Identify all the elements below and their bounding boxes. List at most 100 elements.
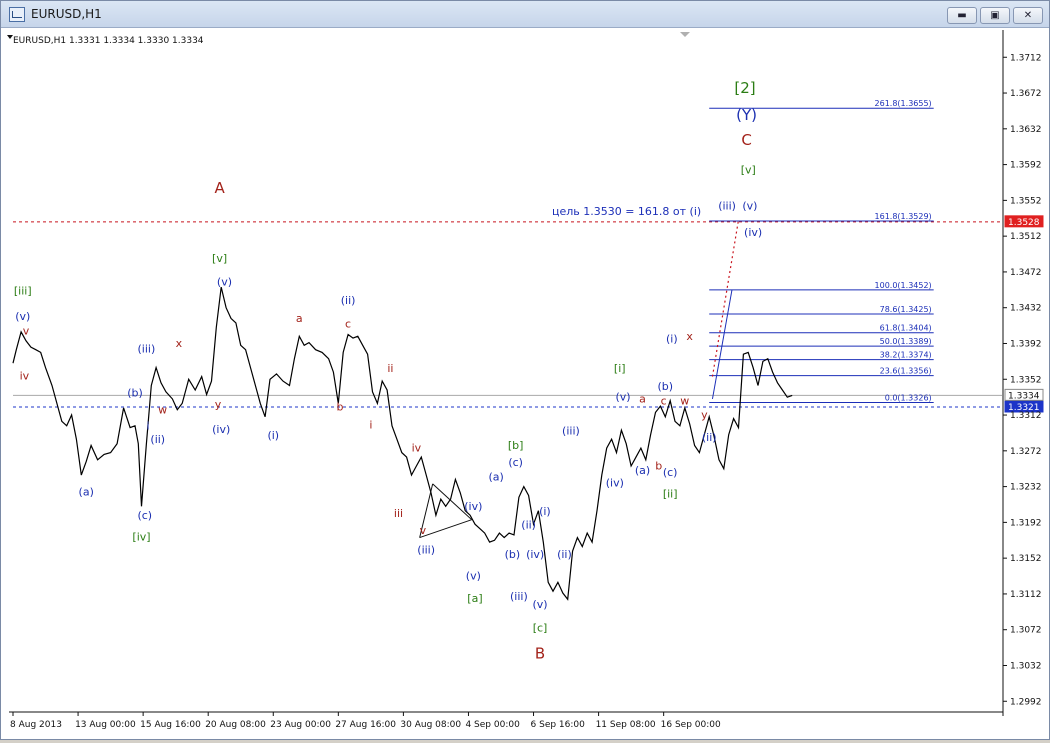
price-tag-label: 1.3334 (1008, 391, 1040, 401)
x-tick-label: 15 Aug 16:00 (140, 720, 201, 730)
wave-label: iii (394, 507, 403, 520)
target-note: цель 1.3530 = 161.8 от (i) (552, 205, 701, 218)
ohlc-header: EURUSD,H1 1.3331 1.3334 1.3330 1.3334 (13, 36, 204, 46)
y-tick-label: 1.3072 (1010, 626, 1042, 636)
wave-label: (iii) (417, 544, 435, 557)
title-bar[interactable]: EURUSD,H1 ▬ ▣ ✕ (1, 1, 1049, 28)
x-tick-label: 30 Aug 08:00 (400, 720, 461, 730)
wave-label: ii (387, 362, 393, 375)
wave-label: [c] (533, 621, 548, 634)
wave-label: (ii) (341, 294, 356, 307)
wave-label: [a] (467, 592, 482, 605)
chart-area[interactable]: 1.3528 1.3321 1.3334 261.8(1.3655) 161.8(1.… (1, 28, 1049, 739)
wave-label: iv (412, 442, 422, 455)
channel-line (419, 519, 472, 539)
wave-label: v (420, 524, 427, 537)
x-tick-label: 11 Sep 08:00 (596, 720, 656, 730)
wave-label: (b) (127, 386, 143, 399)
y-tick-label: 1.3192 (1010, 518, 1042, 528)
wave-label: (iv) (526, 548, 544, 561)
x-tick-label: 27 Aug 16:00 (335, 720, 396, 730)
y-tick-label: 1.3432 (1010, 304, 1042, 314)
wave-label: (c) (663, 466, 678, 479)
y-tick-label: 1.3712 (1010, 53, 1042, 63)
wave-label: w (158, 403, 167, 416)
chart-shift-marker-icon[interactable] (680, 32, 690, 37)
wave-label: [i] (614, 362, 626, 375)
x-tick-label: 4 Sep 00:00 (465, 720, 520, 730)
y-tick-label: 1.3352 (1010, 375, 1042, 385)
wave-label: a (296, 312, 303, 325)
wave-label: [v] (212, 252, 227, 265)
chart-window-icon (9, 7, 25, 22)
wave-label: y (701, 409, 708, 422)
wave-label: (iv) (464, 500, 482, 513)
wave-label: b (336, 401, 343, 414)
wave-label: (iv) (212, 423, 230, 436)
wave-label: (a) (79, 486, 94, 499)
wave-label: [iii] (14, 284, 32, 297)
wave-label: i (369, 418, 372, 431)
y-tick-label: 1.3232 (1010, 483, 1042, 493)
fib-level-label: 38.2(1.3374) (880, 351, 932, 360)
wave-label: C (741, 131, 751, 149)
wave-label: c (661, 394, 667, 407)
minimize-button[interactable]: ▬ (947, 7, 977, 24)
wave-label: c (345, 317, 351, 330)
wave-label: [2] (734, 79, 755, 97)
y-tick-label: 1.3632 (1010, 125, 1042, 135)
x-tick-label: 20 Aug 08:00 (205, 720, 266, 730)
fib-level-label: 0.0(1.3326) (885, 394, 932, 403)
wave-label: i (146, 419, 149, 432)
wave-label: (c) (508, 456, 523, 469)
wave-label: (a) (488, 470, 503, 483)
y-tick-label: 1.3592 (1010, 161, 1042, 171)
wave-label: x (176, 337, 183, 350)
y-tick-label: 1.3032 (1010, 661, 1042, 671)
y-tick-label: 1.3672 (1010, 89, 1042, 99)
wave-label: a (639, 393, 646, 406)
wave-label: (ii) (521, 519, 536, 532)
maximize-button[interactable]: ▣ (980, 7, 1010, 24)
y-tick-label: 1.3312 (1010, 411, 1042, 421)
wave-label: B (535, 644, 545, 662)
wave-label: (v) (742, 199, 757, 212)
fib-level-label: 50.0(1.3389) (880, 337, 932, 346)
wave-label: (ii) (557, 548, 572, 561)
y-tick-label: 1.3152 (1010, 554, 1042, 564)
wave-label: (iii) (138, 342, 156, 355)
chart-window: EURUSD,H1 ▬ ▣ ✕ 1.3528 1.3321 1.3334 261.8… (0, 0, 1050, 740)
fib-level-label: 100.0(1.3452) (875, 281, 932, 290)
projection-dotted-line (711, 219, 740, 377)
wave-label: (iii) (510, 590, 528, 603)
y-tick-label: 1.3472 (1010, 268, 1042, 278)
x-tick-label: 13 Aug 00:00 (75, 720, 136, 730)
fib-level-label: 61.8(1.3404) (880, 324, 932, 333)
y-tick-label: 1.3552 (1010, 196, 1042, 206)
x-tick-label: 23 Aug 00:00 (270, 720, 331, 730)
wave-label: iv (20, 369, 30, 382)
wave-label: (iii) (718, 199, 736, 212)
x-tick-label: 8 Aug 2013 (10, 720, 62, 730)
wave-label: [b] (508, 439, 524, 452)
wave-label: (v) (15, 310, 30, 323)
wave-label: (c) (137, 509, 152, 522)
y-tick-label: 1.3272 (1010, 447, 1042, 457)
wave-label: (b) (657, 380, 673, 393)
x-tick-label: 6 Sep 16:00 (531, 720, 586, 730)
wave-label: (iii) (562, 425, 580, 438)
wave-label: (ii) (150, 433, 165, 446)
y-tick-label: 1.3112 (1010, 590, 1042, 600)
close-button[interactable]: ✕ (1013, 7, 1043, 24)
wave-label: w (680, 394, 689, 407)
wave-label: (iv) (744, 226, 762, 239)
wave-label: (iv) (606, 477, 624, 490)
wave-label: x (686, 330, 693, 343)
wave-label: (i) (267, 429, 279, 442)
wave-label: b (655, 460, 662, 473)
projection-solid-line (711, 289, 733, 400)
wave-label: (v) (466, 570, 481, 583)
wave-label: A (214, 179, 225, 197)
price-chart[interactable]: 1.35281.33211.3334 261.8(1.3655)161.8(1.… (1, 28, 1049, 739)
price-tag-label: 1.3528 (1008, 218, 1040, 228)
